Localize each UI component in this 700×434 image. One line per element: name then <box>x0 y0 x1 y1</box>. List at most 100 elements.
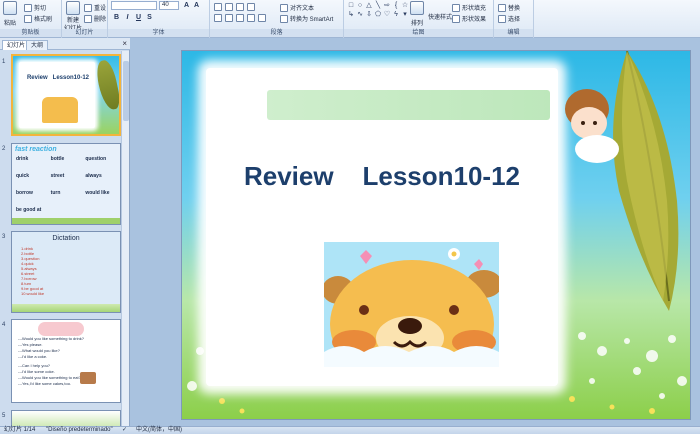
thumb2-word: be good at <box>16 207 42 213</box>
curve-shape-icon[interactable]: ∿ <box>356 11 364 19</box>
pentagon-shape-icon[interactable]: ⬠ <box>374 11 382 19</box>
block-arrow-shape-icon[interactable]: ⇩ <box>365 11 373 19</box>
clipboard-group-label: 剪贴板 <box>0 29 61 37</box>
delete-slide-button[interactable]: 删除 <box>84 14 106 23</box>
underline-button[interactable]: U <box>134 13 143 22</box>
strikethrough-button[interactable]: S <box>145 13 154 22</box>
delete-icon <box>84 14 92 23</box>
bent-arrow-shape-icon[interactable]: ↳ <box>347 11 355 19</box>
italic-button[interactable]: I <box>123 13 132 22</box>
slide-editing-area: Review Lesson10-12 www.xxjxsj.cn <box>131 38 700 426</box>
select-icon <box>498 14 506 23</box>
tab-outline[interactable]: 大纲 <box>26 40 49 50</box>
slides-group-label: 幻灯片 <box>62 29 107 37</box>
smartart-icon <box>280 14 288 23</box>
fill-icon <box>452 3 460 12</box>
thumbnail-slide-3[interactable]: Dictation 1.drink 2.bottle 3.question 4.… <box>11 231 121 313</box>
thumb4-food-image <box>80 372 96 384</box>
format-painter-button[interactable]: 格式刷 <box>24 14 52 23</box>
scrollbar-thumb[interactable] <box>123 61 129 121</box>
drawing-group-label: 绘图 <box>344 29 493 37</box>
thumb2-heading: fast reaction <box>15 146 57 153</box>
clipboard-group: 粘贴 剪切 格式刷 剪贴板 <box>0 0 62 38</box>
bear-picture[interactable] <box>324 242 499 367</box>
current-slide[interactable]: Review Lesson10-12 www.xxjxsj.cn <box>181 50 691 420</box>
close-pane-icon[interactable]: × <box>122 39 127 48</box>
slide-title[interactable]: Review Lesson10-12 <box>206 161 558 192</box>
cut-button[interactable]: 剪切 <box>24 3 46 12</box>
more-shapes-icon[interactable]: ▾ <box>401 11 409 19</box>
watermark: www.xxjxsj.cn <box>469 368 541 380</box>
slides-group: 新建 幻灯片 重设 删除 幻灯片 <box>62 0 108 38</box>
paste-button[interactable]: 粘贴 <box>3 1 17 27</box>
bullets-icon <box>214 3 222 11</box>
thumb2-word: drink <box>16 156 29 162</box>
reset-button[interactable]: 重设 <box>84 3 106 12</box>
brush-icon <box>24 14 32 23</box>
thumbnail-slide-4[interactable]: ---Would you like something to drink? --… <box>11 319 121 403</box>
leaf-child-illustration <box>565 51 679 311</box>
thumbnail-list[interactable]: 1 Review Lesson10-12 2 fast reaction dri… <box>0 51 122 426</box>
numbering-icon <box>225 3 233 11</box>
rect-shape-icon[interactable]: □ <box>347 2 355 10</box>
language-indicator[interactable]: 中文(简体，中国) <box>136 427 182 434</box>
title-placeholder-bar[interactable] <box>267 90 550 120</box>
thumb2-word: bottle <box>50 156 65 162</box>
quick-styles-button[interactable]: 快速样式 <box>428 12 452 21</box>
oval-shape-icon[interactable]: ○ <box>356 2 364 10</box>
effects-icon <box>452 14 460 23</box>
align-buttons[interactable] <box>214 14 266 22</box>
shape-effects-button[interactable]: 形状效果 <box>452 14 486 23</box>
line-shape-icon[interactable]: ╲ <box>374 2 382 10</box>
slide-number: 4 <box>2 322 6 328</box>
indent-icon <box>236 3 244 11</box>
drawing-group: □ ○ △ ╲ ⇨{☆ ↳ ∿ ⇩ ⬠ ♡ ϟ ▾ 排列 快速样式 形状填充 形状效果 绘图 <box>344 0 494 38</box>
theme-name[interactable]: "Diseño predeterminado" <box>46 427 113 434</box>
spellcheck-icon[interactable]: ✓ <box>122 427 127 434</box>
shape-fill-button[interactable]: 形状填充 <box>452 3 486 12</box>
outdent-icon <box>247 3 255 11</box>
thumbnail-scrollbar[interactable] <box>121 51 129 426</box>
paragraph-group-label: 段落 <box>210 29 343 37</box>
thumb2-word: question <box>85 156 107 162</box>
align-right-icon <box>236 14 244 22</box>
arrange-button[interactable]: 排列 <box>410 1 424 27</box>
paste-icon <box>3 1 17 15</box>
shapes-gallery[interactable]: □ ○ △ ╲ ⇨{☆ ↳ ∿ ⇩ ⬠ ♡ ϟ ▾ <box>347 2 409 28</box>
thumb2-word: always <box>85 173 102 179</box>
align-center-icon <box>225 14 233 22</box>
thumb3-list: 1.drink 2.bottle 3.question 4.quick 5.al… <box>21 246 44 296</box>
thumb2-word: would like <box>85 190 110 196</box>
align-text-icon <box>280 3 288 12</box>
replace-icon <box>498 3 506 12</box>
slide-number: 3 <box>2 234 6 240</box>
thumb-leaf-image <box>93 58 119 112</box>
thumbnail-slide-2[interactable]: fast reaction drink bottle question quic… <box>11 143 121 225</box>
heart-shape-icon[interactable]: ♡ <box>383 11 391 19</box>
list-buttons[interactable] <box>214 3 255 11</box>
smartart-button[interactable]: 转换为 SmartArt <box>280 14 333 23</box>
align-text-button[interactable]: 对齐文本 <box>280 3 314 12</box>
lightning-shape-icon[interactable]: ϟ <box>392 11 400 19</box>
brace-shape-icon[interactable]: { <box>392 2 400 10</box>
bold-button[interactable]: B <box>112 13 121 22</box>
thumb4-dialogue: ---Would you like something to drink? --… <box>18 336 84 387</box>
grow-font-button[interactable]: A <box>182 1 191 10</box>
thumbnail-slide-5[interactable] <box>11 410 121 426</box>
slide-number: 5 <box>2 413 6 419</box>
replace-button[interactable]: 替换 <box>498 3 520 12</box>
pane-tabs: 幻灯片 大纲 × <box>0 38 130 50</box>
slide-number: 1 <box>2 59 6 65</box>
paragraph-group: 对齐文本 转换为 SmartArt 段落 <box>210 0 344 38</box>
new-slide-button[interactable]: 新建 幻灯片 <box>64 1 82 32</box>
thumb3-title: Dictation <box>52 235 80 242</box>
triangle-shape-icon[interactable]: △ <box>365 2 373 10</box>
font-size-box[interactable]: 40 <box>159 1 179 10</box>
shrink-font-button[interactable]: A <box>192 1 201 10</box>
font-name-box[interactable] <box>111 1 157 10</box>
select-button[interactable]: 选择 <box>498 14 520 23</box>
star-shape-icon[interactable]: ☆ <box>401 2 409 10</box>
thumb4-banner <box>38 322 84 336</box>
arrow-shape-icon[interactable]: ⇨ <box>383 2 391 10</box>
thumbnail-slide-1[interactable]: Review Lesson10-12 <box>11 54 121 136</box>
